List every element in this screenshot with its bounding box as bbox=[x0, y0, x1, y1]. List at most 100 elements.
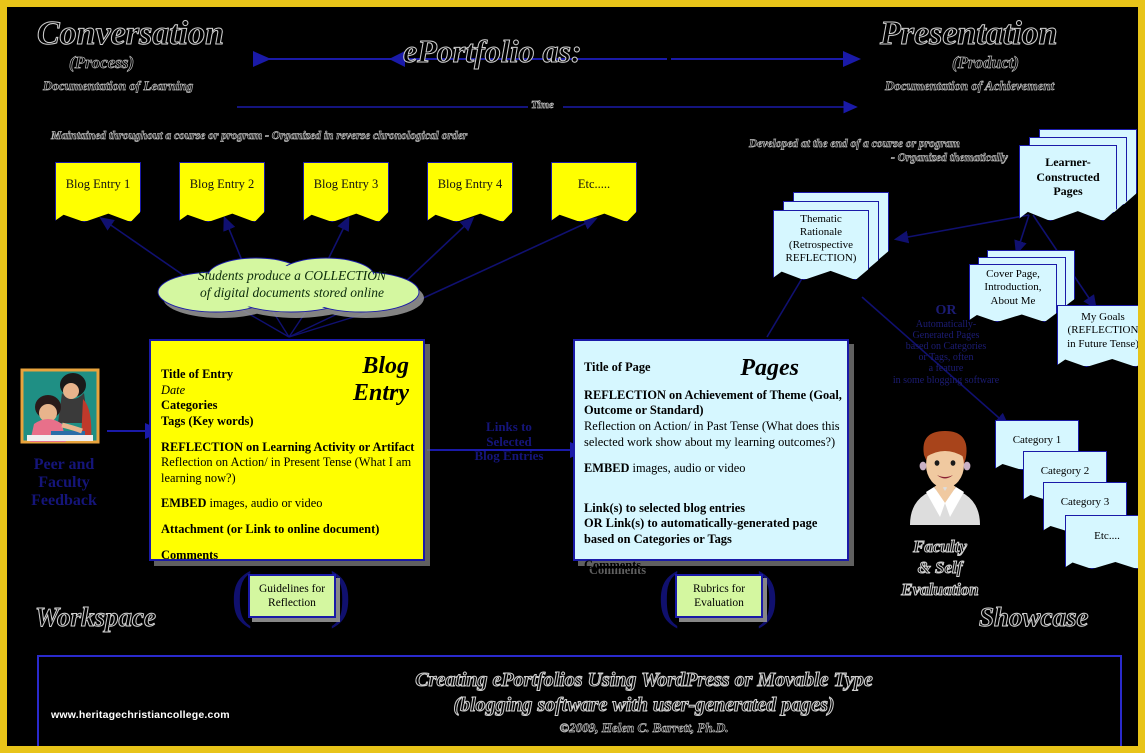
links-label-line3: Blog Entries bbox=[474, 448, 544, 464]
right-header-note-line2: - Organized thematically bbox=[891, 152, 1009, 165]
thematic-line2: Rationale bbox=[799, 225, 843, 238]
thematic-line4: REFLECTION) bbox=[785, 252, 857, 265]
time-label: Time bbox=[531, 99, 555, 112]
blog-entry-panel-heading: Blog Entry bbox=[353, 353, 409, 407]
category-etc-box[interactable]: Etc.... bbox=[1065, 515, 1138, 571]
faculty-eval-line3: Evaluation bbox=[901, 579, 979, 599]
footer-bar: www.heritagechristiancollege.com Creatin… bbox=[37, 655, 1122, 746]
or-line6: a feature bbox=[928, 363, 964, 375]
blog-entry-label: Blog Entry 3 bbox=[313, 177, 379, 191]
pages-title-label: Title of Page bbox=[584, 360, 651, 374]
workspace-label: Workspace bbox=[35, 602, 157, 633]
peer-feedback-group: Peer and Faculty Feedback bbox=[20, 368, 107, 539]
my-goals-stack[interactable]: My Goals (REFLECTION in Future Tense) bbox=[1057, 305, 1139, 380]
peer-feedback-line1: Peer and bbox=[33, 456, 95, 473]
goals-line3: in Future Tense) bbox=[1067, 337, 1139, 350]
right-header-caption: Documentation of Achievement bbox=[885, 78, 1055, 94]
blog-entry-note[interactable]: Blog Entry 2 bbox=[179, 162, 265, 222]
guidelines-box[interactable]: Guidelines for Reflection bbox=[248, 574, 336, 618]
blog-entry-panel[interactable]: Blog Entry Title of Entry Date Categorie… bbox=[149, 339, 425, 562]
blog-entry-note[interactable]: Blog Entry 1 bbox=[55, 162, 141, 222]
guidelines-callout[interactable]: ( ) Guidelines for Reflection bbox=[231, 562, 351, 626]
pages-links-line3: based on Categories or Tags bbox=[584, 532, 732, 546]
learner-line2: Constructed bbox=[1036, 169, 1100, 184]
pages-embed-rest: images, audio or video bbox=[629, 461, 746, 476]
showcase-label: Showcase bbox=[979, 602, 1090, 633]
left-header-subtitle: (Process) bbox=[69, 53, 135, 73]
blog-reflection-head: REFLECTION on Learning Activity or Artif… bbox=[161, 439, 415, 454]
left-header-title: Conversation bbox=[36, 15, 225, 53]
diagram-center-title: ePortfolio as: bbox=[403, 33, 583, 70]
collection-cloud: Students produce a COLLECTION of digital… bbox=[152, 254, 432, 318]
blog-heading-line2: Entry bbox=[352, 380, 409, 406]
rubrics-line2: Evaluation bbox=[694, 597, 744, 609]
footer-credits: Creating ePortfolios Using WordPress or … bbox=[179, 669, 1109, 736]
blog-attachment-label: Attachment (or Link to online document) bbox=[161, 522, 380, 536]
right-header-note-line1: Developed at the end of a course or prog… bbox=[749, 138, 961, 151]
right-header-title: Presentation bbox=[880, 15, 1059, 53]
pages-panel[interactable]: Pages Title of Page REFLECTION on Achiev… bbox=[573, 339, 849, 572]
learner-line3: Pages bbox=[1053, 184, 1083, 199]
goals-line2: (REFLECTION bbox=[1067, 324, 1139, 337]
faculty-eval-group: Faculty & Self Evaluation bbox=[875, 425, 1005, 599]
pages-reflection-head: REFLECTION on Achievement of Theme (Goal… bbox=[584, 387, 842, 418]
blog-heading-line1: Blog bbox=[362, 353, 409, 379]
links-label-line2: Selected bbox=[486, 433, 532, 449]
footer-line1: Creating ePortfolios Using WordPress or … bbox=[415, 669, 873, 692]
rubrics-box[interactable]: Rubrics for Evaluation bbox=[675, 574, 763, 618]
blog-entry-note[interactable]: Blog Entry 3 bbox=[303, 162, 389, 222]
thematic-rationale-stack[interactable]: Thematic Rationale (Retrospective REFLEC… bbox=[773, 192, 893, 284]
blog-entry-label: Blog Entry 2 bbox=[189, 177, 255, 191]
footer-line3: ©2009, Helen C. Barrett, Ph.D. bbox=[559, 720, 729, 736]
links-label-line1: Links to bbox=[486, 419, 532, 434]
guidelines-line2: Reflection bbox=[268, 597, 316, 609]
blog-entry-note[interactable]: Blog Entry 4 bbox=[427, 162, 513, 222]
pages-links-line1: Link(s) to selected blog entries bbox=[584, 500, 746, 515]
cloud-line2: of digital documents stored online bbox=[200, 285, 384, 300]
right-header-subtitle: (Product) bbox=[952, 53, 1020, 73]
blog-entry-note[interactable]: Etc..... bbox=[551, 162, 637, 222]
blog-embed-rest: images, audio or video bbox=[206, 496, 323, 511]
faculty-avatar-icon bbox=[910, 431, 980, 525]
faculty-eval-line2: & Self bbox=[917, 558, 963, 578]
blog-reflection-body: Reflection on Action/ in Present Tense (… bbox=[161, 455, 412, 485]
blog-categories-label: Categories bbox=[161, 398, 218, 413]
blog-entry-label: Etc..... bbox=[577, 177, 611, 191]
blog-date-label: Date bbox=[161, 382, 186, 397]
blog-title-label: Title of Entry bbox=[161, 367, 234, 381]
guidelines-line1: Guidelines for bbox=[258, 582, 326, 595]
goals-line1: My Goals bbox=[1081, 311, 1125, 324]
learner-constructed-pages-stack[interactable]: Learner- Constructed Pages bbox=[1019, 129, 1138, 221]
or-line7: in some blogging software bbox=[892, 374, 1000, 386]
or-line1: OR bbox=[935, 303, 957, 318]
or-line3: Generated Pages bbox=[912, 329, 980, 341]
pages-comments-label: Comments bbox=[584, 557, 642, 572]
blog-comments-label: Comments bbox=[161, 547, 219, 562]
blog-entry-label: Blog Entry 4 bbox=[437, 177, 503, 191]
faculty-eval-label: Faculty & Self Evaluation bbox=[875, 536, 1005, 600]
learner-line1: Learner- bbox=[1045, 155, 1091, 170]
rubrics-callout[interactable]: ( ) Rubrics for Evaluation bbox=[658, 562, 778, 626]
or-line4: based on Categories bbox=[905, 341, 987, 353]
thematic-line3: (Retrospective bbox=[788, 239, 854, 251]
left-header-note: Maintained throughout a course or progra… bbox=[51, 130, 468, 143]
cover-line2: Introduction, bbox=[984, 281, 1042, 294]
pages-reflection-body: Reflection on Action/ in Past Tense (Wha… bbox=[584, 418, 840, 449]
blog-tags-label: Tags (Key words) bbox=[161, 413, 254, 428]
category-etc-label: Etc.... bbox=[1094, 530, 1120, 543]
peer-feedback-label: Peer and Faculty Feedback bbox=[21, 456, 107, 510]
learner-pages-label: Learner- Constructed Pages bbox=[1019, 145, 1117, 209]
rubrics-line1: Rubrics for bbox=[692, 582, 746, 595]
footer-line2: (blogging software with user-generated p… bbox=[453, 694, 835, 717]
links-to-selected-label: Links to Selected Blog Entries bbox=[459, 419, 559, 464]
blog-entry-label: Blog Entry 1 bbox=[65, 177, 131, 191]
cloud-line1: Students produce a COLLECTION bbox=[197, 268, 387, 284]
pages-links-line2: OR Link(s) to automatically-generated pa… bbox=[584, 516, 818, 531]
pages-embed-bold: EMBED bbox=[584, 461, 630, 476]
faculty-eval-line1: Faculty bbox=[913, 536, 968, 556]
cover-line1: Cover Page, bbox=[986, 268, 1040, 281]
peer-feedback-line2: Faculty bbox=[38, 473, 90, 491]
or-line2: Automatically- bbox=[915, 318, 977, 330]
or-line5: or Tags, often bbox=[918, 352, 974, 364]
peer-feedback-line3: Feedback bbox=[31, 491, 97, 509]
